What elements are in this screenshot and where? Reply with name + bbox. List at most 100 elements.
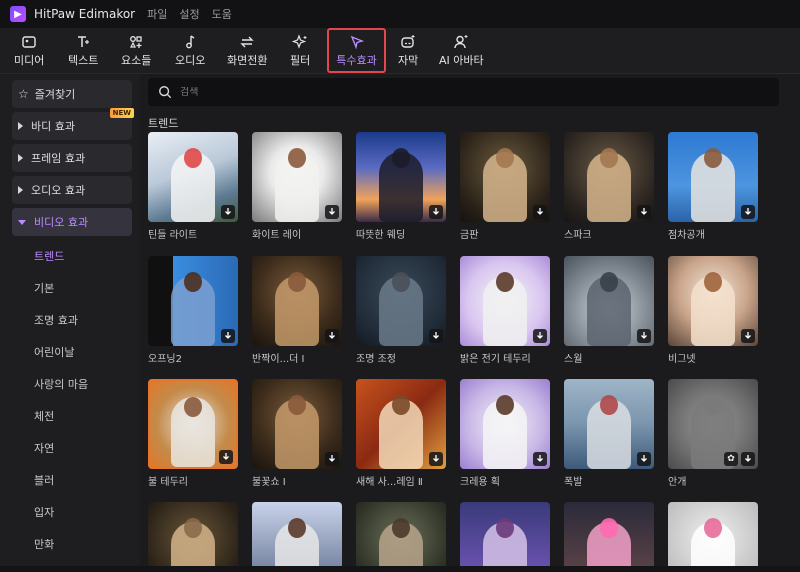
effect-thumbnail[interactable] bbox=[564, 132, 654, 222]
download-icon[interactable] bbox=[429, 205, 443, 219]
effect-card[interactable]: 불 테두리 bbox=[148, 379, 238, 488]
effect-thumbnail[interactable] bbox=[148, 502, 238, 572]
effect-thumbnail[interactable] bbox=[252, 256, 342, 346]
tool-effects[interactable]: 특수효과 bbox=[327, 28, 386, 73]
effect-thumbnail[interactable] bbox=[148, 132, 238, 222]
tool-transition[interactable]: 화면전환 bbox=[227, 33, 267, 69]
sidebar-category-body[interactable]: 바디 효과 NEW bbox=[12, 108, 134, 140]
sidebar-category-frame[interactable]: 프레임 효과 bbox=[12, 144, 132, 172]
sidebar-sub-childrens-day[interactable]: 어린이날 bbox=[34, 344, 74, 360]
download-icon[interactable] bbox=[637, 329, 651, 343]
tool-ai-avatar[interactable]: AI 아바타 bbox=[439, 33, 484, 69]
download-icon[interactable] bbox=[429, 452, 443, 466]
effect-card[interactable]: 따뜻한 웨딩 bbox=[356, 132, 446, 241]
download-icon[interactable] bbox=[325, 205, 339, 219]
effect-thumbnail[interactable] bbox=[564, 502, 654, 572]
download-icon[interactable] bbox=[429, 329, 443, 343]
effect-thumbnail[interactable] bbox=[564, 379, 654, 469]
effect-thumbnail[interactable] bbox=[148, 256, 238, 346]
sidebar-sub-nature[interactable]: 자연 bbox=[34, 440, 54, 456]
download-icon[interactable] bbox=[221, 329, 235, 343]
effect-card[interactable] bbox=[460, 502, 550, 572]
tool-filter[interactable]: 필터 bbox=[290, 33, 310, 69]
download-icon[interactable] bbox=[533, 452, 547, 466]
tool-media[interactable]: 미디어 bbox=[14, 33, 44, 69]
effect-card[interactable]: ✿ 안개 bbox=[668, 379, 758, 488]
effect-card[interactable]: 화이트 레이 bbox=[252, 132, 342, 241]
tool-elements[interactable]: 요소들 bbox=[121, 33, 151, 69]
menu-file[interactable]: 파일 bbox=[147, 6, 167, 22]
effect-thumbnail[interactable] bbox=[356, 502, 446, 572]
download-icon[interactable] bbox=[741, 329, 755, 343]
menu-help[interactable]: 도움 bbox=[212, 6, 232, 22]
effect-card[interactable]: 조명 조정 bbox=[356, 256, 446, 365]
sidebar-sub-love[interactable]: 사랑의 마음 bbox=[34, 376, 88, 392]
effect-card[interactable]: 오프닝2 bbox=[148, 256, 238, 365]
effect-card[interactable]: 틴들 라이트 bbox=[148, 132, 238, 241]
effect-card[interactable] bbox=[148, 502, 238, 572]
sidebar-category-audio[interactable]: 오디오 효과 bbox=[12, 176, 132, 204]
effect-thumbnail[interactable] bbox=[356, 132, 446, 222]
tool-text[interactable]: 텍스트 bbox=[68, 33, 98, 69]
sidebar-sub-festival[interactable]: 체전 bbox=[34, 408, 54, 424]
effects-library: 트렌드 틴들 라이트 화이트 레이 따뜻한 웨딩 금판 스파크 점차공개오프닝2 반짝이..… bbox=[140, 74, 800, 572]
thumbnail-subject-head bbox=[184, 518, 202, 538]
effect-card[interactable]: 비그넷 bbox=[668, 256, 758, 365]
sidebar-sub-basic[interactable]: 기본 bbox=[34, 280, 54, 296]
effect-thumbnail[interactable] bbox=[252, 379, 342, 469]
sidebar-category-video[interactable]: 비디오 효과 bbox=[12, 208, 132, 236]
download-icon[interactable] bbox=[533, 329, 547, 343]
effect-thumbnail[interactable] bbox=[252, 132, 342, 222]
effect-thumbnail[interactable] bbox=[668, 256, 758, 346]
tool-subtitle[interactable]: 자막 bbox=[398, 33, 418, 69]
effect-thumbnail[interactable]: ✿ bbox=[668, 379, 758, 469]
effect-card[interactable]: 스월 bbox=[564, 256, 654, 365]
effect-thumbnail[interactable] bbox=[460, 256, 550, 346]
download-icon[interactable] bbox=[219, 450, 233, 464]
effect-thumbnail[interactable] bbox=[356, 379, 446, 469]
effect-thumbnail[interactable] bbox=[356, 256, 446, 346]
sidebar-sub-lighting[interactable]: 조명 효과 bbox=[34, 312, 78, 328]
effect-card[interactable] bbox=[564, 502, 654, 572]
download-icon[interactable] bbox=[741, 205, 755, 219]
tool-audio[interactable]: 오디오 bbox=[175, 33, 205, 69]
effect-card[interactable]: 폭발 bbox=[564, 379, 654, 488]
effect-card[interactable] bbox=[668, 502, 758, 572]
search-bar[interactable] bbox=[148, 78, 779, 106]
sidebar-category-label: 바디 효과 bbox=[31, 120, 75, 133]
effect-card[interactable]: 금판 bbox=[460, 132, 550, 241]
sidebar-sub-cartoon[interactable]: 만화 bbox=[34, 536, 54, 552]
favorite-icon[interactable]: ✿ bbox=[724, 452, 738, 466]
effect-thumbnail[interactable] bbox=[460, 132, 550, 222]
effect-thumbnail[interactable] bbox=[460, 379, 550, 469]
effect-thumbnail[interactable] bbox=[668, 502, 758, 572]
sidebar-sub-blur[interactable]: 블러 bbox=[34, 472, 54, 488]
effect-thumbnail[interactable] bbox=[668, 132, 758, 222]
sidebar-favorites[interactable]: ☆ 즐겨찾기 bbox=[12, 80, 132, 108]
download-icon[interactable] bbox=[533, 205, 547, 219]
effect-card[interactable]: 크레용 획 bbox=[460, 379, 550, 488]
effect-card[interactable] bbox=[252, 502, 342, 572]
tool-filter-label: 필터 bbox=[290, 54, 311, 67]
download-icon[interactable] bbox=[325, 329, 339, 343]
effect-thumbnail[interactable] bbox=[564, 256, 654, 346]
effect-thumbnail[interactable] bbox=[148, 379, 238, 469]
effect-card[interactable] bbox=[356, 502, 446, 572]
search-input[interactable] bbox=[180, 86, 760, 98]
download-icon[interactable] bbox=[325, 452, 339, 466]
download-icon[interactable] bbox=[221, 205, 235, 219]
download-icon[interactable] bbox=[637, 205, 651, 219]
sidebar-sub-particle[interactable]: 입자 bbox=[34, 504, 54, 520]
effect-card[interactable]: 점차공개 bbox=[668, 132, 758, 241]
effect-thumbnail[interactable] bbox=[460, 502, 550, 572]
effect-card[interactable]: 스파크 bbox=[564, 132, 654, 241]
effect-card[interactable]: 반짝이...더 Ⅰ bbox=[252, 256, 342, 365]
effect-card[interactable]: 밝은 전기 테두리 bbox=[460, 256, 550, 365]
download-icon[interactable] bbox=[741, 452, 755, 466]
effect-card[interactable]: 새해 사...레임 Ⅱ bbox=[356, 379, 446, 488]
download-icon[interactable] bbox=[637, 452, 651, 466]
menu-settings[interactable]: 설정 bbox=[179, 6, 199, 22]
effect-card[interactable]: 불꽃쇼 Ⅰ bbox=[252, 379, 342, 488]
sidebar-sub-trend[interactable]: 트렌드 bbox=[34, 248, 64, 264]
effect-thumbnail[interactable] bbox=[252, 502, 342, 572]
